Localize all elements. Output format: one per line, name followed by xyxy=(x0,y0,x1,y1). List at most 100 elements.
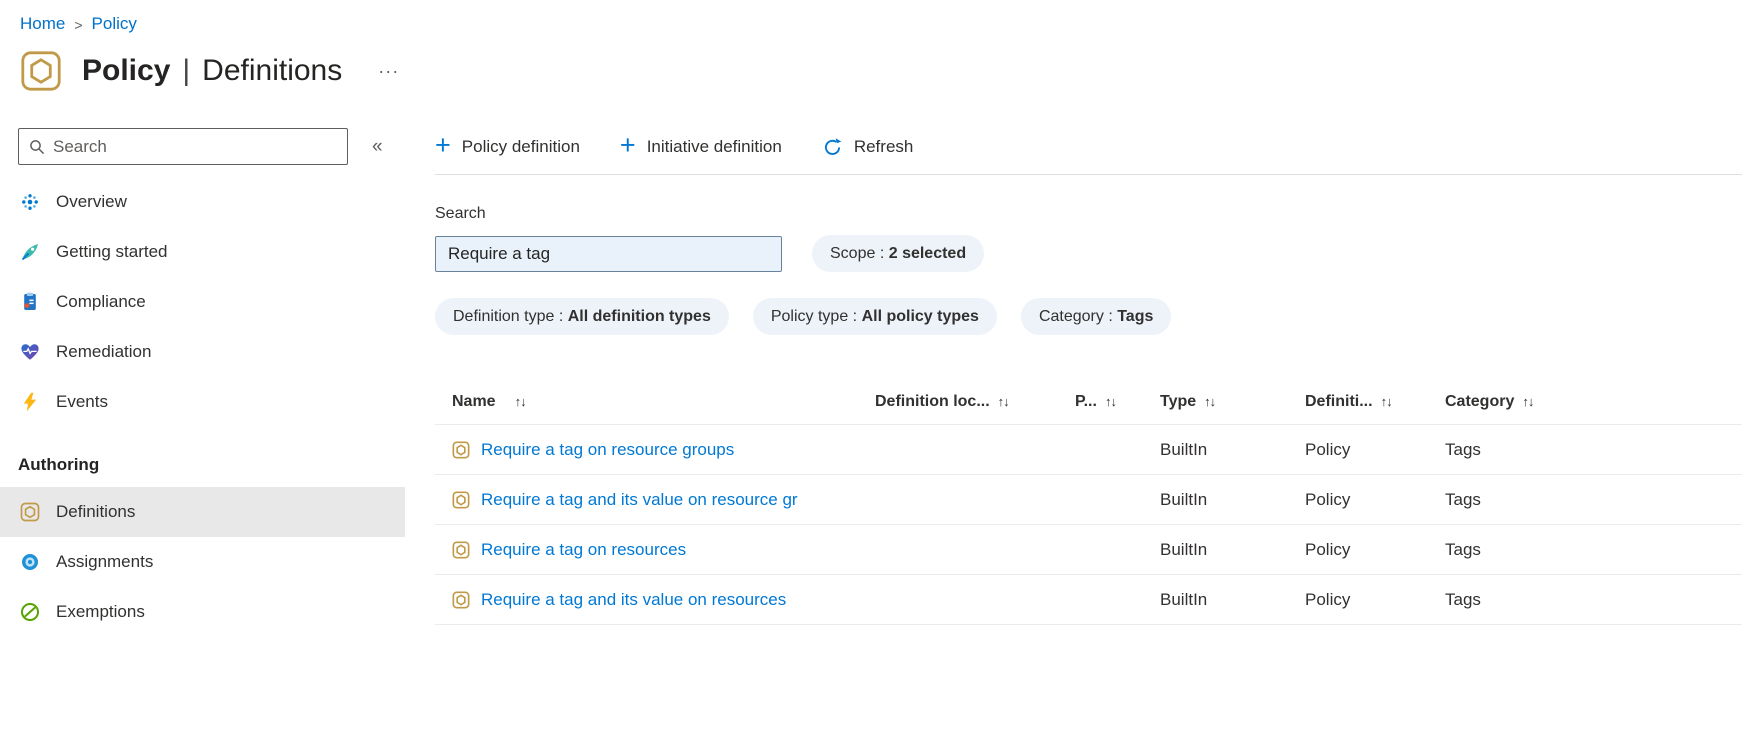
cell-definition-type: Policy xyxy=(1305,489,1351,509)
refresh-button-label: Refresh xyxy=(853,137,914,156)
pill-value: 2 selected xyxy=(888,244,967,262)
search-filter-label: Search xyxy=(435,205,486,222)
sort-icon: ↑↓ xyxy=(1204,394,1216,409)
column-header-name[interactable]: Name ↑↓ xyxy=(435,393,875,411)
sidebar-item-getting-started[interactable]: Getting started xyxy=(0,227,405,277)
policy-definition-icon xyxy=(452,591,470,608)
breadcrumb-home-link[interactable]: Home xyxy=(20,14,65,34)
refresh-button[interactable]: Refresh xyxy=(822,137,914,158)
cell-name: Require a tag and its value on resources xyxy=(435,590,875,610)
policy-definition-icon xyxy=(452,541,470,558)
cell-type: BuiltIn xyxy=(1160,439,1208,459)
pill-value: All definition types xyxy=(567,307,711,325)
cell-category: Tags xyxy=(1445,439,1481,459)
remediation-icon xyxy=(21,344,39,360)
sidebar-item-label: Exemptions xyxy=(56,602,145,621)
sidebar-item-label: Events xyxy=(56,392,108,411)
definition-link[interactable]: Require a tag on resources xyxy=(481,540,686,560)
cell-name: Require a tag and its value on resource … xyxy=(435,490,875,510)
azure-policy-definitions-page: Home > Policy Policy | Definitions ··· S… xyxy=(0,0,1742,743)
sidebar-search-input[interactable] xyxy=(53,136,337,157)
column-header-type[interactable]: Type ↑↓ xyxy=(1160,393,1305,411)
sidebar-item-assignments[interactable]: Assignments xyxy=(0,537,405,587)
breadcrumb-policy-link[interactable]: Policy xyxy=(92,14,137,34)
filter-pill-category[interactable]: Category : Tags xyxy=(1020,298,1172,335)
sidebar-item-label: Getting started xyxy=(56,242,168,261)
policy-icon xyxy=(21,51,61,91)
table-row: Require a tag and its value on resource … xyxy=(435,475,1742,525)
pill-value: All policy types xyxy=(861,307,979,325)
cell-type: BuiltIn xyxy=(1160,589,1208,609)
sidebar-item-events[interactable]: Events xyxy=(0,377,405,427)
pill-name: Category xyxy=(1038,307,1104,325)
more-options-button[interactable]: ··· xyxy=(378,61,399,82)
column-header-label: Definition loc... xyxy=(875,392,990,410)
page-title-separator: | xyxy=(182,54,191,87)
sidebar: « Overview xyxy=(0,128,405,637)
sidebar-item-remediation[interactable]: Remediation xyxy=(0,327,405,377)
sort-icon: ↑↓ xyxy=(1104,394,1117,409)
cell-definition-type: Policy xyxy=(1305,589,1351,609)
sidebar-item-overview[interactable]: Overview xyxy=(0,177,405,227)
sidebar-item-label: Compliance xyxy=(56,292,146,311)
sidebar-nav: Overview Getting started Compliance Reme… xyxy=(0,177,405,637)
filter-pill-policy-type[interactable]: Policy type : All policy types xyxy=(752,298,997,335)
sort-icon: ↑↓ xyxy=(1380,394,1393,409)
sidebar-item-label: Definitions xyxy=(56,502,136,521)
sidebar-item-label: Assignments xyxy=(56,552,154,571)
definition-link[interactable]: Require a tag and its value on resource … xyxy=(481,490,798,510)
filter-pill-definition-type[interactable]: Definition type : All definition types xyxy=(435,298,729,335)
table-row: Require a tag and its value on resources… xyxy=(435,575,1742,625)
page-header: Policy | Definitions ··· xyxy=(20,50,1742,92)
cell-type: BuiltIn xyxy=(1160,489,1208,509)
pill-value: Tags xyxy=(1117,307,1154,325)
column-header-label: Name xyxy=(452,392,496,410)
toolbar-divider xyxy=(435,174,1742,175)
cell-category: Tags xyxy=(1445,589,1481,609)
filter-row-2: Definition type : All definition types P… xyxy=(435,298,1742,335)
pill-separator: : xyxy=(1103,307,1118,325)
getting-started-icon xyxy=(21,244,38,261)
sidebar-item-label: Remediation xyxy=(56,342,152,361)
policy-definition-button-label: Policy definition xyxy=(461,137,580,156)
overview-icon xyxy=(22,194,38,210)
column-header-label: Type xyxy=(1160,392,1197,410)
breadcrumb: Home > Policy xyxy=(0,0,1742,34)
definition-link[interactable]: Require a tag and its value on resources xyxy=(481,590,786,610)
policy-definition-icon xyxy=(452,491,470,508)
table-header: Name ↑↓ Definition loc... ↑↓ P... ↑↓ Typ… xyxy=(435,379,1742,425)
column-header-definition-type[interactable]: Definiti... ↑↓ xyxy=(1305,393,1445,411)
sidebar-item-compliance[interactable]: Compliance xyxy=(0,277,405,327)
sidebar-item-exemptions[interactable]: Exemptions xyxy=(0,587,405,637)
sidebar-item-label: Overview xyxy=(56,192,127,211)
filter-pill-scope[interactable]: Scope : 2 selected xyxy=(812,235,985,272)
initiative-definition-button-label: Initiative definition xyxy=(646,137,782,156)
column-header-category[interactable]: Category ↑↓ xyxy=(1445,393,1742,411)
search-filter-input[interactable] xyxy=(435,235,782,272)
cell-category: Tags xyxy=(1445,489,1481,509)
column-header-definition-location[interactable]: Definition loc... ↑↓ xyxy=(875,393,1075,411)
compliance-icon xyxy=(24,292,36,310)
pill-separator: : xyxy=(554,307,568,325)
sidebar-item-definitions[interactable]: Definitions xyxy=(0,487,405,537)
sort-icon: ↑↓ xyxy=(514,394,527,409)
table-row: Require a tag on resource groups BuiltIn… xyxy=(435,425,1742,475)
main-panel: + Policy definition + Initiative definit… xyxy=(405,128,1742,625)
column-header-policies[interactable]: P... ↑↓ xyxy=(1075,393,1160,411)
cell-category: Tags xyxy=(1445,539,1481,559)
page-title-blade: Definitions xyxy=(202,54,343,87)
cell-definition-type: Policy xyxy=(1305,439,1351,459)
policy-definition-button[interactable]: + Policy definition xyxy=(435,132,580,159)
pill-name: Policy type xyxy=(770,307,849,325)
events-icon xyxy=(23,392,37,412)
cell-type: BuiltIn xyxy=(1160,539,1208,559)
pill-name: Scope xyxy=(830,244,876,262)
assignments-icon xyxy=(22,554,38,570)
breadcrumb-separator-icon: > xyxy=(74,17,83,33)
search-icon xyxy=(30,139,45,154)
column-header-label: P... xyxy=(1075,392,1097,410)
collapse-sidebar-button[interactable]: « xyxy=(372,136,383,158)
exemptions-icon xyxy=(21,603,39,621)
initiative-definition-button[interactable]: + Initiative definition xyxy=(620,132,782,159)
definition-link[interactable]: Require a tag on resource groups xyxy=(481,440,734,460)
